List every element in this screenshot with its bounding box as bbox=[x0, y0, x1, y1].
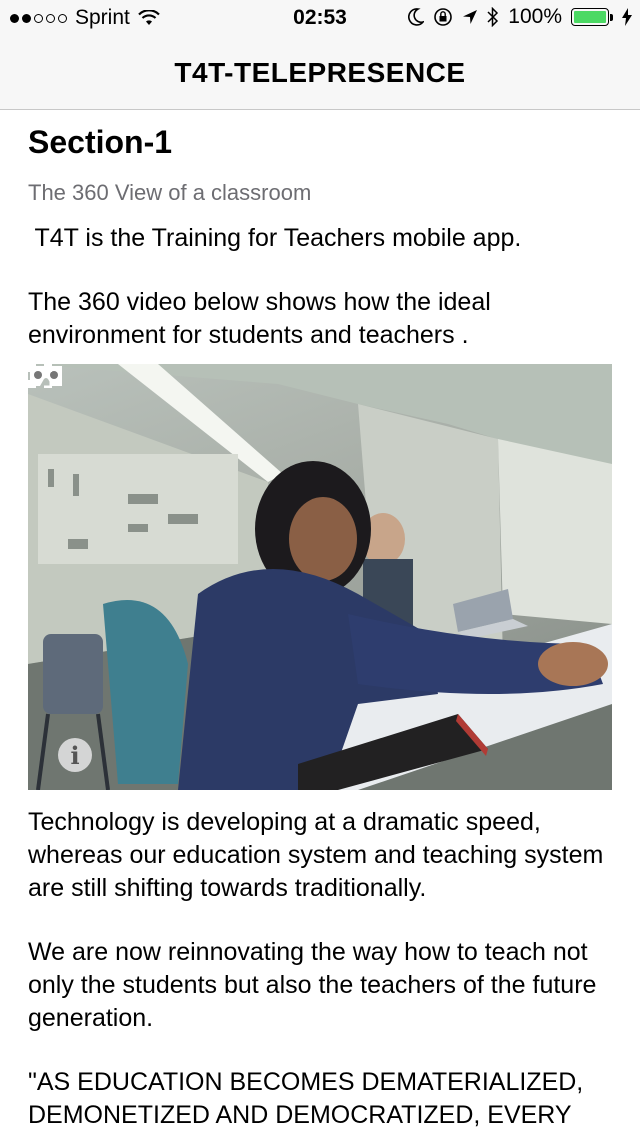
moon-icon bbox=[408, 8, 425, 26]
classroom-video-frame bbox=[28, 364, 612, 790]
battery-fill bbox=[574, 11, 606, 23]
section-title: Section-1 bbox=[28, 124, 173, 160]
paragraph-intro: T4T is the Training for Teachers mobile … bbox=[28, 224, 522, 252]
navigation-bar: T4T-TELEPRESENCE bbox=[0, 36, 640, 110]
charging-icon bbox=[622, 8, 632, 26]
status-bar: Sprint 02:53 100% bbox=[0, 0, 640, 36]
video-player-360[interactable]: i bbox=[28, 364, 612, 790]
nav-title: T4T-TELEPRESENCE bbox=[174, 56, 466, 88]
paragraph-technology: Technology is developing at a dramatic s… bbox=[28, 808, 604, 902]
rotation-lock-icon bbox=[434, 8, 453, 26]
battery-icon bbox=[571, 8, 613, 26]
paragraph-quote: "AS EDUCATION BECOMES DEMATERIALIZED, DE… bbox=[28, 1068, 584, 1138]
location-icon bbox=[463, 10, 478, 24]
paragraph-reinnovating: We are now reinnovating the way how to t… bbox=[28, 938, 597, 1032]
section-subtitle: The 360 View of a classroom bbox=[28, 180, 312, 205]
paragraph-video-description: The 360 video below shows how the ideal … bbox=[28, 288, 491, 349]
status-right: 100% bbox=[408, 5, 632, 29]
info-icon[interactable]: i bbox=[58, 738, 92, 772]
bluetooth-icon bbox=[487, 7, 499, 27]
fullscreen-icon[interactable] bbox=[28, 364, 52, 388]
battery-percent: 100% bbox=[508, 5, 562, 28]
